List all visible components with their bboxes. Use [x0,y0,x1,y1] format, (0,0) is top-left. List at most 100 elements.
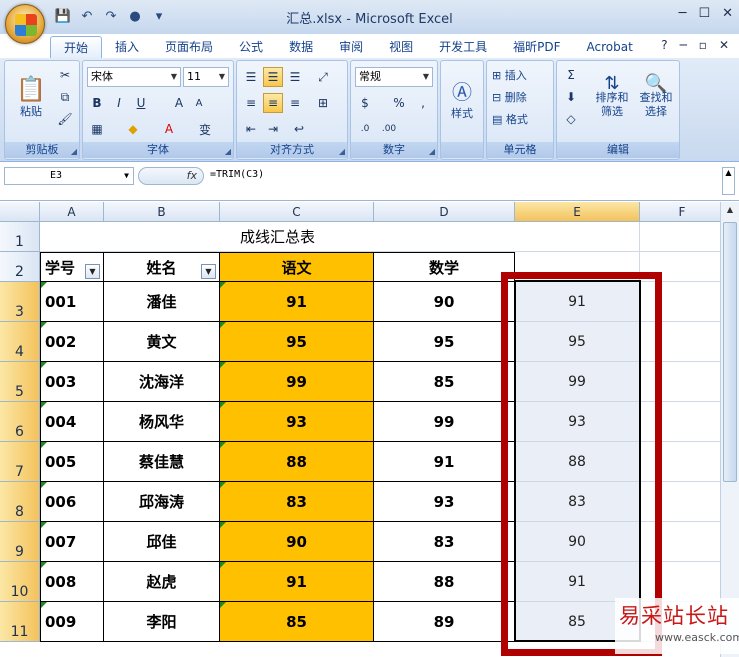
row-header[interactable]: 11 [0,602,40,642]
header-cell-id[interactable]: 学号 ▼ [40,252,104,282]
cell-id[interactable]: 008 [40,562,104,602]
format-painter-icon[interactable]: 🖌 [55,109,75,129]
delete-cells-button[interactable]: ⊟ 删除 [491,87,528,107]
tab-acrobat[interactable]: Acrobat [574,36,646,58]
cell-name[interactable]: 李阳 [104,602,220,642]
tab-developer[interactable]: 开发工具 [426,36,500,58]
select-all-corner[interactable] [0,202,40,222]
header-cell-math[interactable]: 数学 [374,252,515,282]
cell-name[interactable]: 潘佳 [104,282,220,322]
cell-name[interactable]: 邱海涛 [104,482,220,522]
row-header[interactable]: 2 [0,252,40,282]
font-color-icon[interactable]: A [159,119,179,139]
sort-filter-button[interactable]: ⇅ 排序和 筛选 [591,63,633,133]
cell-math[interactable]: 95 [374,322,515,362]
cell-name[interactable]: 黄文 [104,322,220,362]
name-box[interactable]: E3 ▼ [4,167,134,185]
dialog-launcher-icon[interactable]: ◢ [429,147,435,156]
align-middle-icon[interactable]: ☰ [263,67,283,87]
column-header-b[interactable]: B [104,202,220,222]
cell-id[interactable]: 001 [40,282,104,322]
header-cell-chinese[interactable]: 语文 [220,252,374,282]
shrink-font-icon[interactable]: A [189,93,209,113]
ribbon-close-icon[interactable]: ✕ [719,38,729,52]
italic-icon[interactable]: I [109,93,129,113]
autosum-icon[interactable]: Σ [561,65,581,85]
font-name-combo[interactable]: 宋体 ▼ [87,67,181,87]
dialog-launcher-icon[interactable]: ◢ [71,147,77,156]
align-left-icon[interactable]: ≡ [241,93,261,113]
font-size-combo[interactable]: 11 ▼ [183,67,229,87]
cell-chinese[interactable]: 85 [220,602,374,642]
tab-page-layout[interactable]: 页面布局 [152,36,226,58]
cell[interactable] [640,222,720,252]
row-header[interactable]: 8 [0,482,40,522]
row-header[interactable]: 4 [0,322,40,362]
cell-math[interactable]: 93 [374,482,515,522]
office-button[interactable] [5,4,45,44]
format-cells-button[interactable]: ▤ 格式 [491,109,529,129]
cut-icon[interactable]: ✂ [55,65,75,85]
cell-id[interactable]: 005 [40,442,104,482]
row-header[interactable]: 6 [0,402,40,442]
cell-math[interactable]: 99 [374,402,515,442]
cell-math[interactable]: 90 [374,282,515,322]
cell-name[interactable]: 沈海洋 [104,362,220,402]
close-button[interactable]: ✕ [722,6,733,21]
tab-home[interactable]: 开始 [50,36,103,58]
scroll-thumb[interactable] [723,222,737,482]
insert-cells-button[interactable]: ⊞ 插入 [491,65,528,85]
cell-chinese[interactable]: 91 [220,562,374,602]
cell-id[interactable]: 009 [40,602,104,642]
align-center-icon[interactable]: ≡ [263,93,283,113]
cell-id[interactable]: 007 [40,522,104,562]
cell-id[interactable]: 004 [40,402,104,442]
cell-math[interactable]: 91 [374,442,515,482]
ribbon-minimize-icon[interactable]: ─ [680,38,687,52]
tab-formulas[interactable]: 公式 [226,36,276,58]
row-header[interactable]: 3 [0,282,40,322]
number-format-combo[interactable]: 常规 ▼ [355,67,433,87]
cell-name[interactable]: 邱佳 [104,522,220,562]
percent-icon[interactable]: % [389,93,409,113]
column-header-d[interactable]: D [374,202,515,222]
increase-indent-icon[interactable]: ⇥ [263,119,283,139]
row-header[interactable]: 9 [0,522,40,562]
row-header[interactable]: 1 [0,222,40,252]
phonetic-icon[interactable]: 变 [195,119,215,139]
formula-input[interactable]: =TRIM(C3) [208,167,719,185]
ribbon-restore-icon[interactable]: ▫ [699,38,707,52]
styles-button[interactable]: Ⓐ 样式 [443,65,481,131]
orientation-icon[interactable]: ⤢ [313,67,333,87]
underline-icon[interactable]: U [131,93,151,113]
tab-view[interactable]: 视图 [376,36,426,58]
align-bottom-icon[interactable]: ☰ [285,67,305,87]
cell-math[interactable]: 83 [374,522,515,562]
cell-chinese[interactable]: 95 [220,322,374,362]
cell-id[interactable]: 006 [40,482,104,522]
cell-chinese[interactable]: 91 [220,282,374,322]
increase-decimal-icon[interactable]: .0 [355,119,375,139]
paste-button[interactable]: 📋 粘贴 [11,65,51,129]
cell-id[interactable]: 003 [40,362,104,402]
wrap-text-icon[interactable]: ↩ [289,119,309,139]
scroll-up-icon[interactable]: ▲ [722,202,738,218]
column-header-a[interactable]: A [40,202,104,222]
currency-icon[interactable]: $ [355,93,375,113]
tab-insert[interactable]: 插入 [102,36,152,58]
row-header[interactable]: 10 [0,562,40,602]
minimize-button[interactable]: ─ [679,6,687,21]
align-right-icon[interactable]: ≡ [285,93,305,113]
sheet-title-cell[interactable]: 成线汇总表 [40,222,515,252]
tab-data[interactable]: 数据 [276,36,326,58]
cell-math[interactable]: 89 [374,602,515,642]
cell-chinese[interactable]: 88 [220,442,374,482]
decrease-decimal-icon[interactable]: .00 [379,119,399,139]
vertical-scrollbar[interactable]: ▲ [720,202,739,657]
dialog-launcher-icon[interactable]: ◢ [225,147,231,156]
cell-name[interactable]: 杨风华 [104,402,220,442]
cell-chinese[interactable]: 99 [220,362,374,402]
cell-math[interactable]: 85 [374,362,515,402]
fill-color-icon[interactable]: ◆ [123,119,143,139]
cell-math[interactable]: 88 [374,562,515,602]
